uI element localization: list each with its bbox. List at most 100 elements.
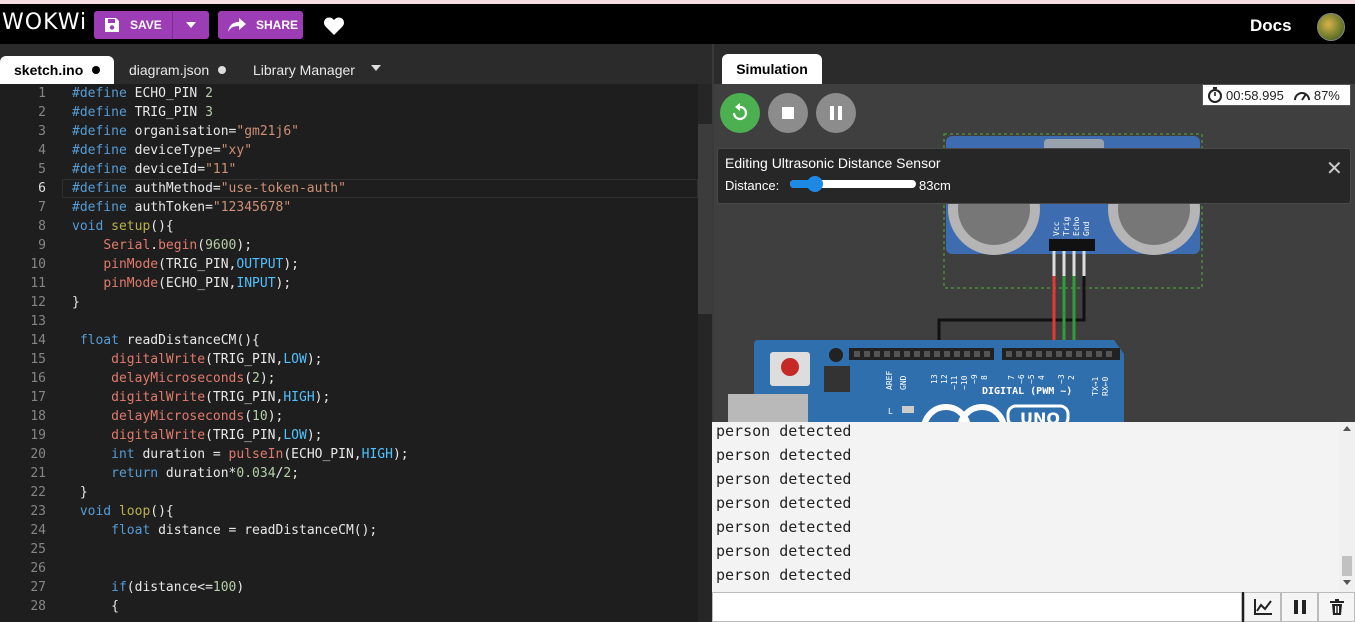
user-avatar[interactable] [1317,13,1345,41]
elapsed-time: 00:58.995 [1226,87,1284,103]
docs-link[interactable]: Docs [1250,16,1292,36]
chart-icon [1253,599,1272,615]
simulation-timer: 00:58.995 87% [1202,84,1351,106]
tab-library-manager[interactable]: Library Manager [253,56,355,84]
code-line[interactable]: delayMicroseconds(2); [72,371,275,386]
code-editor[interactable]: 1 2 3 4 5 6 7 8 9 10 11 12 13 14 15 16 17 18 19 20 21 22 23 24 2… [0,84,712,622]
line-number: 25 [30,542,46,557]
clear-serial-button[interactable] [1318,592,1355,622]
reset-button [781,358,799,376]
wokwi-logo[interactable]: WOKWi [2,10,87,35]
code-line[interactable]: pinMode(TRIG_PIN,OUTPUT); [72,257,299,272]
tab-diagram-json[interactable]: diagram.json [129,56,227,84]
code-line[interactable]: #define deviceId="11" [72,162,236,177]
line-number: 27 [30,580,46,595]
board-label-aref: AREF [885,371,894,390]
board-pin-6: ~6 [1017,374,1026,384]
tabs-menu-chevron-icon[interactable] [371,65,381,71]
stop-simulation-button[interactable] [768,93,808,133]
line-number: 13 [30,314,46,329]
save-button[interactable]: SAVE [94,11,172,39]
pin-label-gnd: Gnd [1082,221,1091,236]
pause-serial-button[interactable] [1281,592,1318,622]
line-number: 21 [30,466,46,481]
distance-slider-handle[interactable] [807,176,824,192]
code-line[interactable]: #define authMethod="use-token-auth" [72,181,346,196]
pause-icon [830,106,842,120]
close-icon[interactable]: ✕ [1326,156,1343,181]
scroll-down-icon[interactable] [1343,580,1351,585]
board-pin-9: ~9 [970,374,979,384]
scroll-up-icon[interactable] [1343,426,1351,431]
tab-label: diagram.json [129,62,210,78]
board-pin-10: ~10 [960,375,969,390]
code-line[interactable]: float readDistanceCM(){ [72,333,260,348]
line-number: 15 [30,352,46,367]
code-line[interactable]: { [72,599,119,614]
line-number: 22 [30,485,46,500]
board-pin-2: 2 [1067,375,1076,380]
heart-icon[interactable] [324,17,344,35]
line-number-gutter: 1 2 3 4 5 6 7 8 9 10 11 12 13 14 15 16 17 18 19 20 21 22 23 24 2… [0,84,62,622]
distance-label: Distance: [725,178,780,193]
serial-scrollbar[interactable] [1339,422,1355,592]
line-number: 5 [38,162,46,177]
share-button[interactable]: SHARE [218,11,303,39]
code-line[interactable]: float distance = readDistanceCM(); [72,523,377,538]
code-line[interactable]: #define authToken="12345678" [72,200,291,215]
board-pin-11: ~11 [950,375,959,390]
board-label-digital: DIGITAL (PWM ~) [982,386,1072,397]
restart-simulation-button[interactable] [720,93,760,133]
tab-simulation[interactable]: Simulation [722,54,822,84]
code-line[interactable]: int duration = pulseIn(ECHO_PIN,HIGH); [72,447,408,462]
code-line[interactable]: void loop(){ [72,504,174,519]
stopwatch-icon [1208,87,1222,103]
serial-monitor[interactable]: person detected person detected person det… [712,422,1355,592]
simulation-canvas[interactable]: Vcc Trig Echo Gnd AREF GND 13 12 ~11 ~10… [714,84,1355,422]
code-line[interactable]: digitalWrite(TRIG_PIN,HIGH); [72,390,330,405]
serial-scroll-thumb[interactable] [1342,556,1352,576]
code-line[interactable]: #define organisation="gm21j6" [72,124,299,139]
code-line[interactable]: digitalWrite(TRIG_PIN,LOW); [72,428,322,443]
serial-line: person detected [716,470,852,488]
header-pins-left [849,348,994,360]
code-line[interactable]: digitalWrite(TRIG_PIN,LOW); [72,352,322,367]
code-line[interactable]: return duration*0.034/2; [72,466,299,481]
save-options-button[interactable] [172,11,209,39]
code-line[interactable]: } [72,295,80,310]
line-number: 12 [30,295,46,310]
tab-label: sketch.ino [14,62,84,78]
line-number: 8 [38,219,46,234]
line-number: 3 [38,124,46,139]
share-icon [228,18,246,32]
editor-scrollbar[interactable] [698,84,712,622]
distance-slider[interactable] [790,176,916,192]
line-number: 16 [30,371,46,386]
simulation-speed: 87% [1313,87,1340,103]
code-line[interactable]: pinMode(ECHO_PIN,INPUT); [72,276,291,291]
pause-simulation-button[interactable] [816,93,856,133]
board-pin-tx: TX→1 [1091,377,1100,396]
line-number: 18 [30,409,46,424]
board-pin-12: 12 [940,374,949,384]
board-pin-8: 8 [980,375,989,380]
board-pin-13: 13 [930,374,939,384]
code-line[interactable]: #define deviceType="xy" [72,143,252,158]
tab-sketch-ino[interactable]: sketch.ino [0,56,115,84]
code-line[interactable]: if(distance<=100) [72,580,244,595]
board-pin-rx: RX←0 [1101,377,1110,396]
code-line[interactable]: #define ECHO_PIN 2 [72,86,213,101]
code-line[interactable]: Serial.begin(9600); [72,238,252,253]
icsp-header [824,366,850,392]
serial-input[interactable] [712,592,1242,622]
editor-scroll-thumb[interactable] [698,124,712,314]
speedometer-icon [1293,92,1310,101]
code-line[interactable]: delayMicroseconds(10); [72,409,283,424]
code-line[interactable]: #define TRIG_PIN 3 [72,105,213,120]
code-line[interactable]: void setup(){ [72,219,174,234]
code-line[interactable]: } [72,485,88,500]
line-number: 1 [38,86,46,101]
board-pin-5: ~5 [1027,374,1036,384]
plotter-button[interactable] [1244,592,1281,622]
serial-line: person detected [716,494,852,512]
